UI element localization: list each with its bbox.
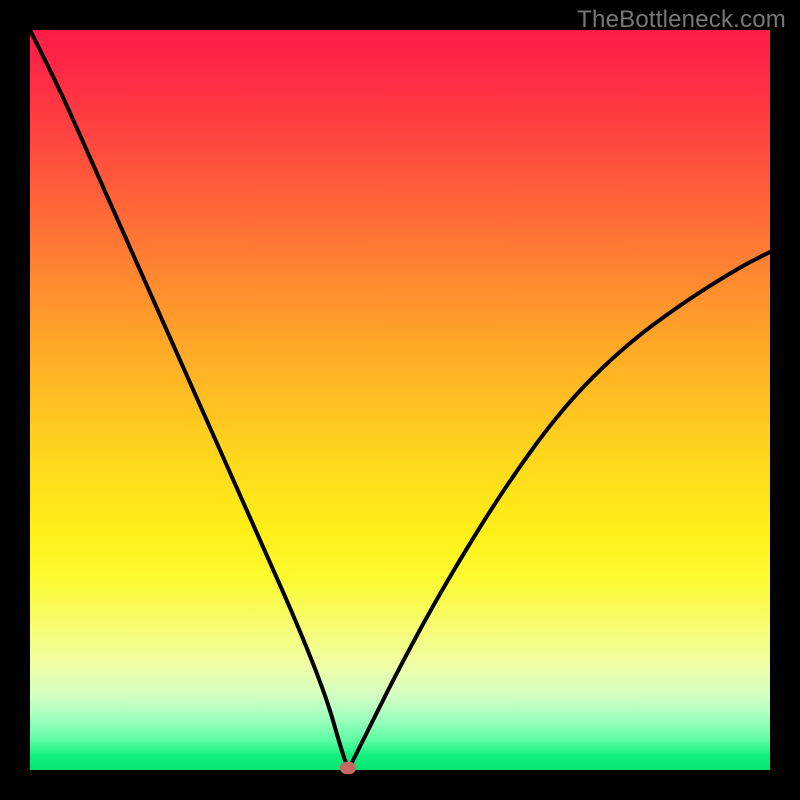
- curve-svg: [30, 30, 770, 770]
- plot-area: [30, 30, 770, 770]
- minimum-marker: [340, 762, 356, 774]
- bottleneck-curve: [30, 30, 770, 766]
- chart-outer-frame: TheBottleneck.com: [0, 0, 800, 800]
